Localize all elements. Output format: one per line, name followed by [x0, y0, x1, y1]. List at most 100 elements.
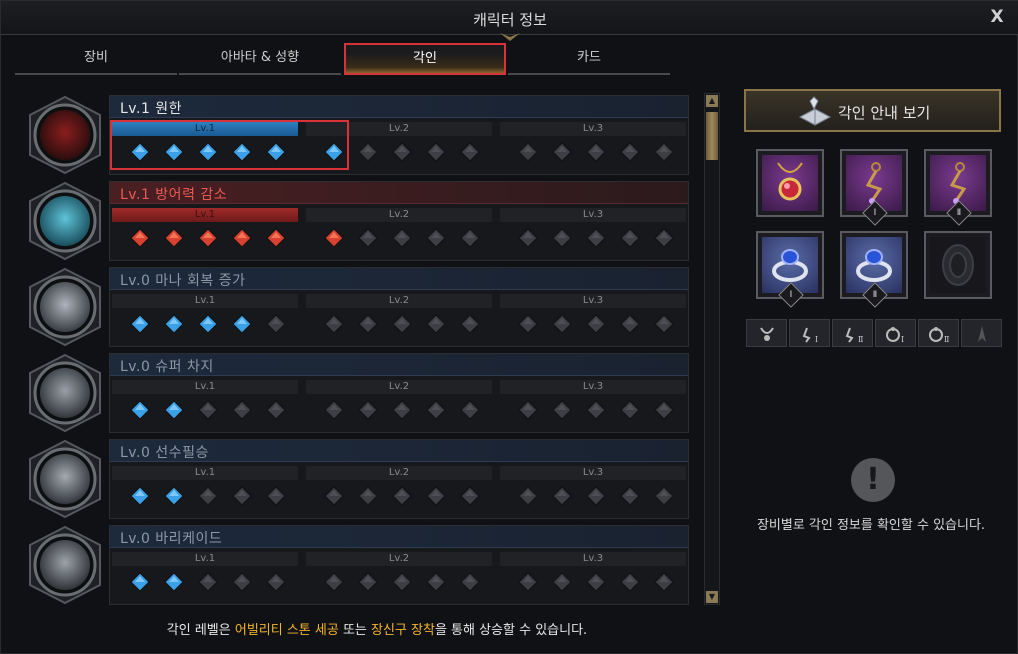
filled-gem-icon — [232, 142, 252, 162]
slot-stone[interactable] — [924, 231, 992, 299]
info-exclamation-icon: ! — [851, 458, 895, 502]
tab-engraving[interactable]: 각인 — [344, 43, 506, 75]
slot-earring[interactable]: Ⅱ — [924, 149, 992, 226]
empty-gem-icon — [460, 486, 480, 506]
empty-gem-icon — [324, 314, 344, 334]
level-segment: Lv.2 — [306, 552, 492, 566]
footer-hint: 각인 레벨은 어빌리티 스톤 세공 또는 장신구 장착을 통해 상승할 수 있습… — [1, 619, 753, 638]
engraving-guide-button[interactable]: 각인 안내 보기 — [744, 89, 1001, 132]
filled-gem-icon — [266, 142, 286, 162]
filled-gem-icon — [130, 142, 150, 162]
engraving-name: Lv.0 선수필승 — [120, 445, 209, 461]
empty-gem-icon — [654, 228, 674, 248]
engraving-row[interactable]: Lv.1 방어력 감소 Lv.1 Lv.2 Lv.3 — [25, 179, 701, 263]
empty-gem-icon — [426, 314, 446, 334]
empty-gem-icon — [358, 400, 378, 420]
filled-gem-icon — [130, 314, 150, 334]
empty-gem-icon — [586, 400, 606, 420]
filled-gem-icon — [198, 314, 218, 334]
empty-gem-icon — [198, 572, 218, 592]
filled-gem-icon — [164, 486, 184, 506]
title-bar: 캐릭터 정보 X — [1, 1, 1018, 41]
empty-gem-icon — [620, 314, 640, 334]
empty-gem-icon — [198, 486, 218, 506]
filled-gem-icon — [266, 228, 286, 248]
level-segment: Lv.3 — [500, 294, 686, 308]
empty-gem-icon — [518, 142, 538, 162]
empty-gem-icon — [324, 486, 344, 506]
filled-gem-icon — [130, 228, 150, 248]
tab-equipment[interactable]: 장비 — [15, 43, 177, 75]
slot-index-label: Ⅰ — [789, 290, 793, 300]
filled-gem-icon — [232, 228, 252, 248]
filter-button[interactable] — [746, 319, 787, 347]
empty-gem-icon — [266, 572, 286, 592]
scroll-up-arrow-icon[interactable]: ▲ — [706, 95, 718, 107]
level-segment: Lv.2 — [306, 208, 492, 222]
accessory-filter-strip: Ⅰ Ⅱ Ⅰ Ⅱ — [746, 319, 1002, 347]
scrollbar[interactable]: ▲ ▼ — [704, 93, 720, 605]
slot-earring[interactable]: Ⅰ — [840, 149, 908, 226]
level-segment: Lv.1 — [112, 122, 298, 136]
engraving-bar: Lv.0 선수필승 Lv.1 Lv.2 Lv.3 — [109, 439, 689, 519]
filter-button[interactable]: Ⅰ — [875, 319, 916, 347]
engraving-name-bar: Lv.0 선수필승 — [110, 440, 688, 462]
engraving-row[interactable]: Lv.0 슈퍼 차지 Lv.1 Lv.2 Lv.3 — [25, 351, 701, 435]
slot-background — [930, 237, 986, 293]
engraving-row[interactable]: Lv.1 원한 Lv.1 Lv.2 Lv.3 — [25, 93, 701, 177]
slot-index-label: Ⅱ — [956, 208, 962, 218]
empty-gem-icon — [460, 142, 480, 162]
empty-gem-icon — [426, 400, 446, 420]
footer-text-3: 을 통해 상승할 수 있습니다. — [434, 623, 588, 638]
filled-gem-icon — [164, 142, 184, 162]
slot-necklace[interactable] — [756, 149, 824, 217]
empty-gem-icon — [232, 486, 252, 506]
stone-icon — [942, 244, 974, 286]
engraving-name-bar: Lv.1 원한 — [110, 96, 688, 118]
filled-gem-icon — [198, 142, 218, 162]
footer-highlight-stone: 어빌리티 스톤 세공 — [234, 623, 339, 638]
close-button[interactable]: X — [987, 7, 1007, 27]
scroll-thumb[interactable] — [706, 112, 718, 160]
tab-bar: 장비 아바타 & 성향 각인 카드 — [15, 43, 670, 77]
slot-background — [762, 155, 818, 211]
empty-gem-icon — [654, 486, 674, 506]
empty-gem-icon — [620, 228, 640, 248]
character-info-window: 캐릭터 정보 X 장비 아바타 & 성향 각인 카드 Lv.1 원한 Lv.1 Lv… — [0, 0, 1018, 654]
engraving-row[interactable]: Lv.0 바리케이드 Lv.1 Lv.2 Lv.3 — [25, 523, 701, 605]
filter-button[interactable] — [961, 319, 1002, 347]
empty-gem-icon — [426, 486, 446, 506]
necklace-icon — [760, 327, 774, 341]
engraving-row[interactable]: Lv.0 마나 회복 증가 Lv.1 Lv.2 Lv.3 — [25, 265, 701, 349]
tab-card[interactable]: 카드 — [508, 43, 670, 75]
filter-button[interactable]: Ⅱ — [832, 319, 873, 347]
empty-gem-icon — [460, 400, 480, 420]
earring-icon: Ⅰ — [802, 327, 818, 344]
filter-button[interactable]: Ⅱ — [918, 319, 959, 347]
empty-gem-icon — [232, 572, 252, 592]
slot-ring[interactable]: Ⅰ — [756, 231, 824, 308]
empty-gem-icon — [392, 228, 412, 248]
scroll-down-arrow-icon[interactable]: ▼ — [706, 591, 718, 603]
slot-ring[interactable]: Ⅱ — [840, 231, 908, 308]
filled-gem-icon — [198, 228, 218, 248]
level-segment: Lv.3 — [500, 466, 686, 480]
empty-gem-icon — [266, 314, 286, 334]
engraving-row[interactable]: Lv.0 선수필승 Lv.1 Lv.2 Lv.3 — [25, 437, 701, 521]
footer-text-2: 또는 — [338, 623, 372, 638]
level-segment: Lv.3 — [500, 380, 686, 394]
empty-gem-icon — [518, 572, 538, 592]
empty-gem-icon — [460, 572, 480, 592]
level-segment: Lv.3 — [500, 552, 686, 566]
empty-gem-icon — [586, 142, 606, 162]
level-segment: Lv.1 — [112, 294, 298, 308]
filled-gem-icon — [164, 314, 184, 334]
filled-gem-icon — [164, 400, 184, 420]
level-segment: Lv.1 — [112, 552, 298, 566]
tab-avatar-tendency[interactable]: 아바타 & 성향 — [179, 43, 341, 75]
filter-button[interactable]: Ⅰ — [789, 319, 830, 347]
charge-engraving-icon — [29, 353, 101, 433]
barricade-engraving-icon — [29, 525, 101, 605]
empty-gem-icon — [620, 572, 640, 592]
empty-gem-icon — [518, 314, 538, 334]
